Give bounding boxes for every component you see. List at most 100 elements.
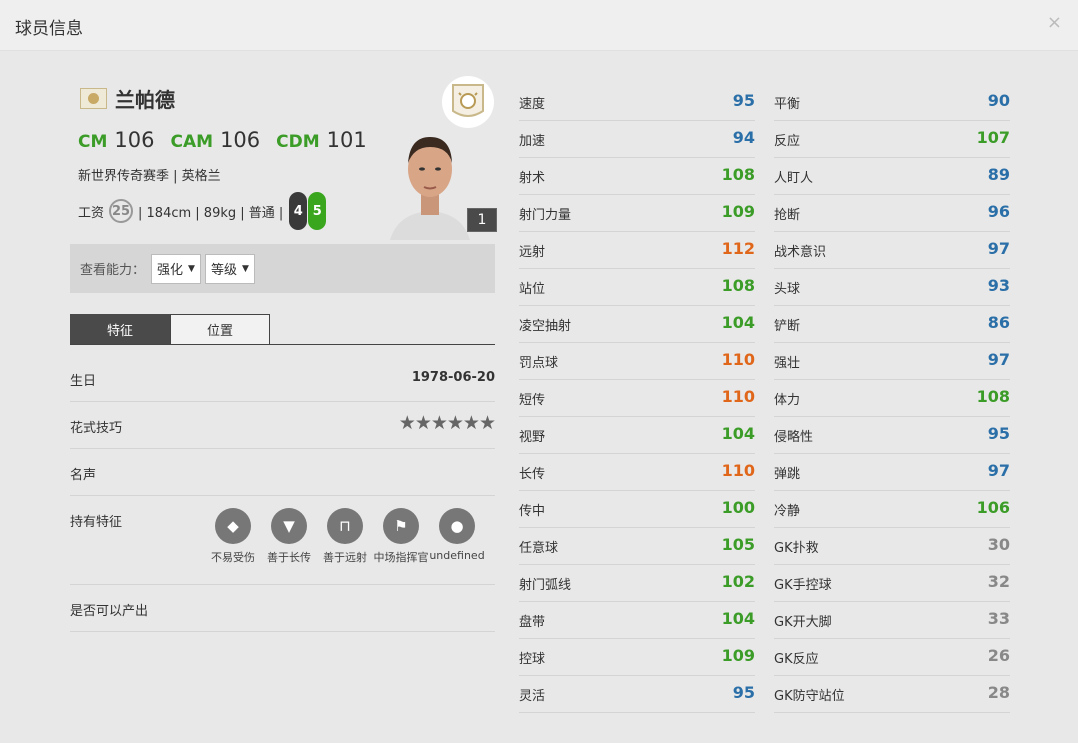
stat-row: GK扑救 30 [774,528,1010,565]
stat-value: 32 [987,572,1010,591]
position-code: CDM [276,132,320,152]
chevron-down-icon: ▼ [188,263,195,274]
stat-value: 95 [987,424,1010,443]
position-value: 106 [220,128,261,152]
stat-value: 110 [721,387,755,406]
stat-row: 头球 93 [774,269,1010,306]
skill-stars-icon: ★★★★★★ [398,412,496,434]
tie-icon: ▼ [271,508,307,544]
stat-value: 108 [721,165,755,184]
stat-value: 97 [987,239,1010,258]
stat-row: 平衡 90 [774,84,1010,121]
stat-label: 铲断 [774,319,801,334]
dialog-header: 球员信息 × [0,0,1078,51]
stat-value: 96 [987,202,1010,221]
stat-value: 100 [721,498,755,517]
stat-value: 109 [721,202,755,221]
stat-row: 站位 108 [519,269,755,306]
birth-value: 1978-06-20 [411,370,495,385]
stat-row: GK防守站位 28 [774,676,1010,713]
stat-label: 短传 [519,393,546,408]
output-label: 是否可以产出 [70,604,149,619]
stat-row: 凌空抽射 104 [519,306,755,343]
stat-value: 110 [721,350,755,369]
stat-label: 长传 [519,467,546,482]
stat-label: GK手控球 [774,578,832,593]
birth-label: 生日 [70,374,97,389]
stat-value: 97 [987,461,1010,480]
position-rating: CM 106 [78,128,155,152]
stat-value: 104 [721,313,755,332]
stat-row: 反应 107 [774,121,1010,158]
position-code: CAM [170,132,214,152]
stat-value: 86 [987,313,1010,332]
stat-label: GK开大脚 [774,615,832,630]
stat-label: 速度 [519,97,546,112]
stat-value: 89 [987,165,1010,184]
stat-value: 97 [987,350,1010,369]
stat-row: 战术意识 97 [774,232,1010,269]
tab-position[interactable]: 位置 [170,314,270,344]
diamond-icon: ◆ [215,508,251,544]
stat-label: 射门力量 [519,208,572,223]
stat-value: 106 [976,498,1010,517]
level-select[interactable]: 等级 ▼ [204,253,255,284]
stat-row: 抢断 96 [774,195,1010,232]
position-rating: CAM 106 [171,128,261,152]
stat-label: 盘带 [519,615,546,630]
season-badge-icon [80,88,107,109]
close-icon[interactable]: × [1047,12,1062,33]
stats-column-1: 速度 95 加速 94 射术 108 射门力量 109 远射 112 站位 108 凌空抽射 104 罚点球… [519,84,755,713]
stat-value: 95 [732,91,755,110]
left-foot-rating: 4 [289,192,308,230]
stat-row: 灵活 95 [519,676,755,713]
stat-row: 弹跳 97 [774,454,1010,491]
traits-row: 持有特征 ◆ 不易受伤 ▼ 善于长传 ⊓ 善于远射 ⚑ 中场指挥官 ● unde… [70,496,495,585]
stat-value: 110 [721,461,755,480]
goal-icon: ⊓ [327,508,363,544]
tab-traits[interactable]: 特征 [70,314,170,344]
stats-column-2: 平衡 90 反应 107 人盯人 89 抢断 96 战术意识 97 头球 93 铲断 86 强壮 97 体力 10… [774,84,1010,713]
stat-row: 射门力量 109 [519,195,755,232]
stat-row: 射门弧线 102 [519,565,755,602]
trait-item: ● undefined [429,508,485,565]
trait-label: 善于长传 [267,551,311,564]
enhance-select[interactable]: 强化 ▼ [151,253,201,284]
stat-row: GK手控球 32 [774,565,1010,602]
stat-label: 控球 [519,652,546,667]
stat-row: 体力 108 [774,380,1010,417]
stat-value: 94 [732,128,755,147]
stat-value: 90 [987,91,1010,110]
stat-row: 罚点球 110 [519,343,755,380]
stat-label: 人盯人 [774,171,814,186]
stat-row: 侵略性 95 [774,417,1010,454]
stat-row: 人盯人 89 [774,158,1010,195]
stat-row: 传中 100 [519,491,755,528]
trait-item: ◆ 不易受伤 [205,508,261,565]
player-attributes-row: 工资 25 | 184cm | 89kg | 普通 | 4 5 [78,192,327,230]
stat-value: 30 [987,535,1010,554]
trait-label: 不易受伤 [211,551,255,564]
stat-label: 强壮 [774,356,801,371]
stat-value: 105 [721,535,755,554]
stat-value: 102 [721,572,755,591]
output-row: 是否可以产出 [70,585,495,632]
season-nation: 新世界传奇赛季 | 英格兰 [78,169,221,184]
ability-label: 查看能力： [80,263,146,278]
icon-card-emblem-icon [442,76,494,128]
skill-moves-row: 花式技巧 ★★★★★★ [70,402,496,449]
stat-value: 33 [987,609,1010,628]
stat-label: 加速 [519,134,546,149]
weak-foot-icon: 4 5 [289,192,327,230]
stat-value: 28 [987,683,1010,702]
stat-label: 体力 [774,393,801,408]
stat-row: 任意球 105 [519,528,755,565]
stat-label: 视野 [519,430,546,445]
player-details: | 184cm | 89kg | 普通 | [138,205,284,221]
dialog-title: 球员信息 [15,19,83,39]
ball-icon: ● [439,508,475,544]
stat-row: 视野 104 [519,417,755,454]
stat-row: GK开大脚 33 [774,602,1010,639]
stat-label: GK扑救 [774,541,819,556]
stat-label: 射术 [519,171,546,186]
